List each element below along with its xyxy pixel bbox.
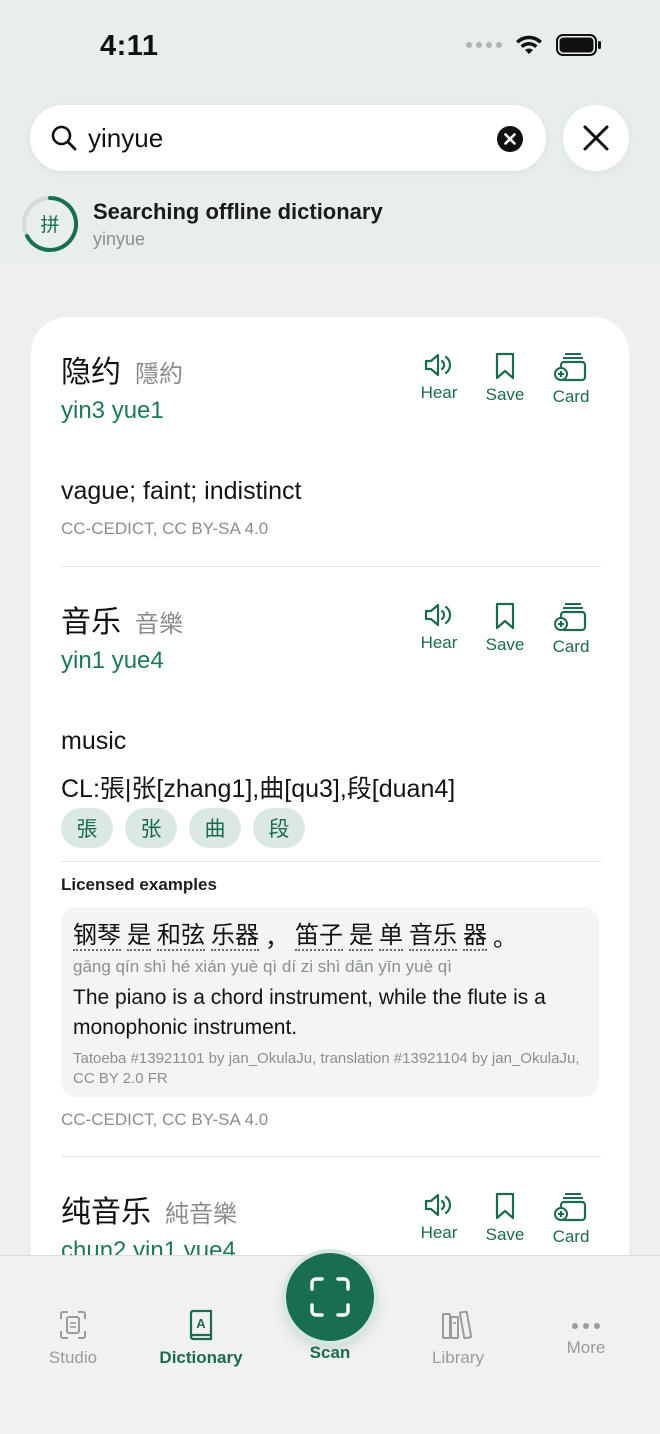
example-word[interactable]: 笛子 xyxy=(295,922,343,951)
classifier-chip[interactable]: 張 xyxy=(61,808,113,848)
close-search-button[interactable] xyxy=(563,105,629,171)
headword-traditional: 隱約 xyxy=(135,360,183,388)
classifier-chip[interactable]: 曲 xyxy=(189,808,241,848)
speaker-icon xyxy=(424,603,452,627)
hear-button[interactable]: Hear xyxy=(411,351,467,407)
classifier-chip[interactable]: 段 xyxy=(253,808,305,848)
tab-label: More xyxy=(566,1338,606,1357)
cellular-signal-icon xyxy=(466,42,502,48)
classifier-chips: 張 张 曲 段 xyxy=(61,808,601,848)
save-button[interactable]: Save xyxy=(477,1191,533,1247)
studio-icon xyxy=(60,1311,86,1339)
search-status-query: yinyue xyxy=(93,229,146,249)
search-box[interactable] xyxy=(30,105,546,171)
tab-label: Studio xyxy=(48,1348,98,1367)
entry-actions: Hear Save Card xyxy=(411,601,599,657)
add-card-icon xyxy=(554,603,587,632)
hear-button[interactable]: Hear xyxy=(411,1191,467,1247)
save-label: Save xyxy=(485,1225,525,1244)
example-pinyin: gāng qín shì hé xián yuè qì dí zi shì dā… xyxy=(73,957,452,976)
divider xyxy=(61,1156,601,1157)
status-icons xyxy=(466,34,602,56)
card-label: Card xyxy=(552,637,590,656)
headword-traditional: 純音樂 xyxy=(165,1200,237,1228)
example-punctuation: 。 xyxy=(493,924,517,952)
entry-actions: Hear Save Card xyxy=(411,1191,599,1247)
bookmark-icon xyxy=(495,602,515,630)
scan-button[interactable] xyxy=(286,1253,374,1341)
hear-label: Hear xyxy=(420,1223,458,1242)
card-button[interactable]: Card xyxy=(543,351,599,407)
speaker-icon xyxy=(424,353,452,377)
source-attribution: CC-CEDICT, CC BY-SA 4.0 xyxy=(61,519,269,538)
card-button[interactable]: Card xyxy=(543,601,599,657)
dictionary-icon: A xyxy=(189,1309,213,1341)
library-icon xyxy=(442,1310,473,1340)
hear-label: Hear xyxy=(420,633,458,652)
add-card-icon xyxy=(554,353,587,382)
add-card-icon xyxy=(554,1193,587,1222)
example-credit: Tatoeba #13921101 by jan_OkulaJu, transl… xyxy=(73,1050,580,1087)
divider xyxy=(61,861,601,862)
definition-classifiers: CL:張|张[zhang1],曲[qu3],段[duan4] xyxy=(61,775,456,803)
status-time: 4:11 xyxy=(100,30,159,62)
example-punctuation: ， xyxy=(265,924,289,952)
divider xyxy=(61,566,601,567)
headword-simplified: 音乐 xyxy=(61,605,121,640)
clear-search-icon[interactable] xyxy=(496,125,524,153)
search-icon xyxy=(51,125,77,151)
tab-more[interactable]: More xyxy=(531,1320,641,1358)
card-label: Card xyxy=(552,1227,590,1246)
battery-icon xyxy=(556,34,601,56)
hear-button[interactable]: Hear xyxy=(411,601,467,657)
definition: vague; faint; indistinct xyxy=(61,477,302,505)
scan-icon xyxy=(310,1277,350,1317)
save-button[interactable]: Save xyxy=(477,601,533,657)
tab-label: Library xyxy=(432,1348,484,1367)
results-card: 隐约 隱約 yin3 yue1 Hear Save Card vague; fa… xyxy=(31,317,629,1317)
example-word[interactable]: 乐器 xyxy=(211,922,259,951)
pinyin-badge: 拼 xyxy=(40,214,59,236)
card-button[interactable]: Card xyxy=(543,1191,599,1247)
example-hanzi: 钢琴 是 和弦 乐器 ， 笛子 是 单 音乐 器 。 xyxy=(73,917,587,951)
tab-dictionary[interactable]: A Dictionary xyxy=(146,1308,256,1368)
classifier-chip[interactable]: 张 xyxy=(125,808,177,848)
bookmark-icon xyxy=(495,352,515,380)
example-word[interactable]: 单 xyxy=(379,922,403,951)
search-status-title: Searching offline dictionary xyxy=(93,199,383,224)
example-word[interactable]: 钢琴 xyxy=(73,922,121,951)
tab-label-scan: Scan xyxy=(309,1343,351,1362)
hear-label: Hear xyxy=(420,383,458,402)
example-translation: The piano is a chord instrument, while t… xyxy=(73,986,546,1039)
tab-studio[interactable]: Studio xyxy=(18,1308,128,1368)
example-word[interactable]: 是 xyxy=(127,922,151,951)
example-word[interactable]: 器 xyxy=(463,922,487,951)
tab-label: Dictionary xyxy=(159,1348,243,1367)
example-word[interactable]: 是 xyxy=(349,922,373,951)
card-label: Card xyxy=(552,387,590,406)
search-progress-ring: 拼 xyxy=(21,195,79,257)
save-label: Save xyxy=(485,385,525,404)
examples-heading: Licensed examples xyxy=(61,875,217,894)
speaker-icon xyxy=(424,1193,452,1217)
search-input[interactable] xyxy=(88,117,488,159)
bookmark-icon xyxy=(495,1192,515,1220)
example-sentence[interactable]: 钢琴 是 和弦 乐器 ， 笛子 是 单 音乐 器 。 gāng qín shì … xyxy=(61,907,599,1097)
close-icon xyxy=(583,125,609,151)
save-label: Save xyxy=(485,635,525,654)
headword-simplified: 隐约 xyxy=(61,355,121,390)
source-attribution: CC-CEDICT, CC BY-SA 4.0 xyxy=(61,1110,269,1129)
headword-traditional: 音樂 xyxy=(135,610,183,638)
example-word[interactable]: 和弦 xyxy=(157,922,205,951)
more-icon xyxy=(572,1323,600,1329)
definition: music xyxy=(61,727,127,755)
headword-simplified: 纯音乐 xyxy=(61,1195,151,1230)
svg-text:A: A xyxy=(196,1316,206,1331)
entry-actions: Hear Save Card xyxy=(411,351,599,407)
wifi-icon xyxy=(516,35,542,54)
tab-library[interactable]: Library xyxy=(403,1308,513,1368)
example-word[interactable]: 音乐 xyxy=(409,922,457,951)
save-button[interactable]: Save xyxy=(477,351,533,407)
